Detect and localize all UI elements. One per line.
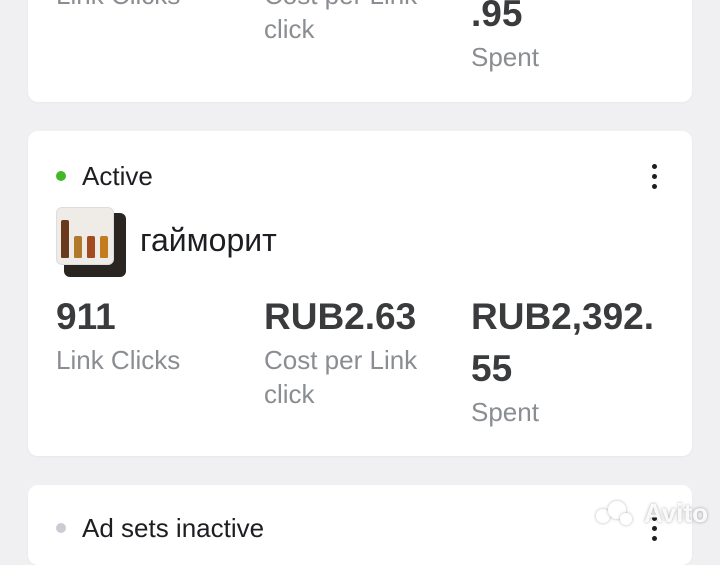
watermark: Avito [595, 498, 708, 529]
status-dot [56, 171, 66, 181]
spent-value-line1: RUB2,392. [471, 296, 655, 337]
ad-card-active[interactable]: Active гайморит 911 Link Clicks RUB2.63 … [28, 131, 692, 456]
status-dot [56, 523, 66, 533]
ad-card-next[interactable]: Ad sets inactive [28, 485, 692, 565]
cost-per-link-click-label-line1: Cost per Link [264, 345, 418, 375]
cost-per-link-click-label-line2: click [264, 14, 315, 44]
spent-label: Spent [471, 42, 539, 72]
status-label: Active [82, 160, 153, 191]
spent-value-line2: 55 [471, 348, 513, 389]
cost-per-link-click-label-line1: Cost per Link [264, 0, 417, 12]
ad-card-previous[interactable]: Link Clicks Cost per Link click .95 Spen… [28, 0, 692, 102]
link-clicks-label: Link Clicks [56, 0, 180, 12]
watermark-text: Avito [643, 498, 708, 528]
spent-value: .95 [471, 0, 523, 34]
more-vertical-icon [651, 163, 657, 169]
cost-per-link-click-label-line2: click [264, 379, 315, 409]
product-image [56, 207, 114, 265]
status-row: Ad sets inactive [56, 511, 264, 545]
link-clicks-value: 911 [56, 296, 116, 337]
avito-logo-icon [595, 500, 636, 527]
spent-label: Spent [471, 397, 539, 427]
more-options-button[interactable] [640, 158, 668, 194]
link-clicks-label: Link Clicks [56, 345, 181, 375]
campaign-name[interactable]: гайморит [140, 219, 277, 261]
status-row: Active [56, 159, 153, 193]
campaign-thumbnail [56, 207, 126, 277]
cost-per-link-click-value: RUB2.63 [264, 296, 417, 337]
